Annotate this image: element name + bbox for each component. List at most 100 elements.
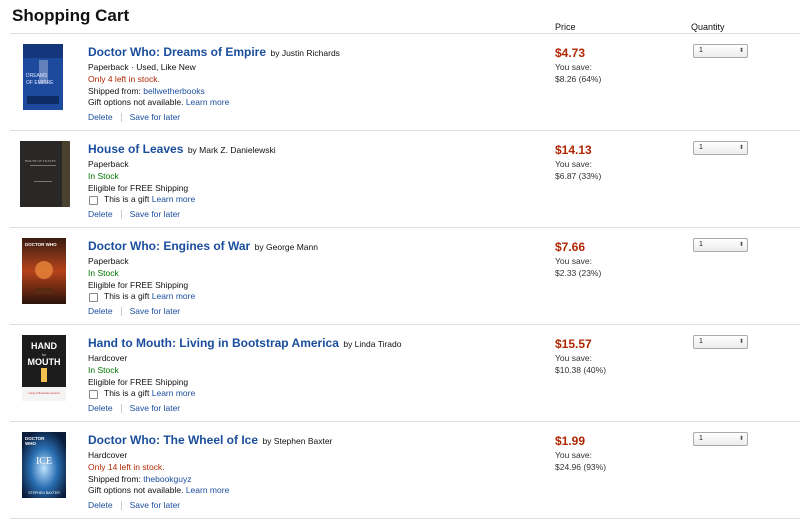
product-author: by Linda Tirado — [343, 339, 402, 349]
book-cover-wheel-of-ice[interactable]: DOCTOR WHO ICE STEPHEN BAXTER — [22, 432, 66, 498]
stock-status: In Stock — [88, 170, 119, 181]
learn-more-link[interactable]: Learn more — [186, 97, 229, 107]
cart-item: HOUSE OF LEAVES House of Leaves by Mark … — [10, 131, 800, 228]
seller-link[interactable]: thebookguyz — [143, 474, 191, 484]
save-for-later-link[interactable]: Save for later — [130, 500, 181, 510]
quantity-value: 1 — [699, 144, 703, 151]
you-save-amount: $2.33 (23%) — [555, 268, 602, 278]
you-save-label: You save: — [555, 256, 593, 266]
select-arrows-icon: ⬍ — [738, 339, 744, 345]
delete-link[interactable]: Delete — [88, 209, 113, 219]
delete-link[interactable]: Delete — [88, 403, 113, 413]
quantity-select[interactable]: 1 ⬍ — [693, 335, 748, 349]
action-separator — [120, 404, 122, 414]
item-price: $1.99 — [555, 434, 586, 448]
gift-options-text: Gift options not available. — [88, 97, 184, 108]
quantity-select[interactable]: 1 ⬍ — [693, 141, 748, 155]
product-format: Hardcover — [88, 450, 128, 460]
item-price: $14.13 — [555, 143, 592, 157]
you-save-amount: $6.87 (33%) — [555, 171, 602, 181]
learn-more-link[interactable]: Learn more — [152, 194, 195, 206]
product-author: by George Mann — [254, 242, 318, 252]
you-save-amount: $24.96 (93%) — [555, 462, 607, 472]
cart-item: HAND to MOUTH Living in Bootstrap Americ… — [10, 325, 800, 422]
product-title-link[interactable]: Doctor Who: Dreams of Empire — [88, 45, 266, 59]
you-save-amount: $8.26 (64%) — [555, 74, 602, 84]
select-arrows-icon: ⬍ — [738, 48, 744, 54]
product-title-link[interactable]: Doctor Who: The Wheel of Ice — [88, 433, 258, 447]
you-save-label: You save: — [555, 450, 593, 460]
you-save-label: You save: — [555, 62, 593, 72]
cover-text: HAND — [31, 341, 57, 351]
item-price: $4.73 — [555, 46, 586, 60]
learn-more-link[interactable]: Learn more — [186, 485, 229, 495]
seller-link[interactable]: bellwetherbooks — [143, 86, 204, 96]
gift-options-text: Gift options not available. — [88, 485, 184, 496]
delete-link[interactable]: Delete — [88, 306, 113, 316]
quantity-select[interactable]: 1 ⬍ — [693, 432, 748, 446]
item-price: $7.66 — [555, 240, 586, 254]
cart-item: DOCTOR WHO Doctor Who: Engines of War by… — [10, 228, 800, 325]
gift-checkbox[interactable] — [89, 389, 98, 399]
item-price: $15.57 — [555, 337, 592, 351]
select-arrows-icon: ⬍ — [738, 436, 744, 442]
stock-status: In Stock — [88, 364, 119, 375]
product-title-link[interactable]: Hand to Mouth: Living in Bootstrap Ameri… — [88, 336, 339, 350]
product-author: by Stephen Baxter — [262, 436, 333, 446]
book-cover-dreams-of-empire[interactable]: DREAMS OF EMPIRE — [23, 44, 63, 110]
product-author: by Mark Z. Danielewski — [187, 145, 276, 155]
product-format: Hardcover — [88, 353, 128, 363]
gift-checkbox[interactable] — [89, 195, 98, 205]
cover-text: WHO — [25, 441, 36, 446]
shipping-eligibility: Eligible for FREE Shipping — [88, 376, 189, 387]
save-for-later-link[interactable]: Save for later — [130, 209, 181, 219]
stock-status: In Stock — [88, 267, 119, 278]
cart-item: DOCTOR WHO ICE STEPHEN BAXTER Doctor Who… — [10, 422, 800, 519]
quantity-value: 1 — [699, 338, 703, 345]
price-column-header: Price — [555, 22, 576, 32]
stock-status: Only 4 left in stock. — [88, 73, 160, 84]
quantity-value: 1 — [699, 241, 703, 248]
gift-checkbox[interactable] — [89, 292, 98, 302]
book-cover-house-of-leaves[interactable]: HOUSE OF LEAVES — [20, 141, 70, 207]
quantity-select[interactable]: 1 ⬍ — [693, 238, 748, 252]
stock-status: Only 14 left in stock. — [88, 461, 165, 472]
page-title: Shopping Cart — [12, 6, 130, 25]
cover-text: OF EMPIRE — [26, 80, 54, 86]
product-title-link[interactable]: Doctor Who: Engines of War — [88, 239, 250, 253]
save-for-later-link[interactable]: Save for later — [130, 403, 181, 413]
product-format: Paperback — [88, 159, 129, 169]
product-title-link[interactable]: House of Leaves — [88, 142, 183, 156]
quantity-select[interactable]: 1 ⬍ — [693, 44, 748, 58]
quantity-value: 1 — [699, 435, 703, 442]
shipping-eligibility: Eligible for FREE Shipping — [88, 182, 189, 193]
you-save-label: You save: — [555, 353, 593, 363]
shipped-from-label: Shipped from: — [88, 85, 141, 96]
learn-more-link[interactable]: Learn more — [152, 388, 195, 400]
cover-text: DREAMS — [26, 73, 48, 79]
quantity-value: 1 — [699, 47, 703, 54]
cover-text: STEPHEN BAXTER — [28, 491, 60, 495]
action-separator — [120, 307, 122, 317]
gift-checkbox-label: This is a gift — [104, 291, 150, 302]
action-separator — [120, 210, 122, 220]
product-format: Paperback — [88, 256, 129, 266]
you-save-amount: $10.38 (40%) — [555, 365, 607, 375]
you-save-label: You save: — [555, 159, 593, 169]
save-for-later-link[interactable]: Save for later — [130, 306, 181, 316]
delete-link[interactable]: Delete — [88, 112, 113, 122]
book-cover-hand-to-mouth[interactable]: HAND to MOUTH Living in Bootstrap Americ… — [22, 335, 66, 401]
book-cover-engines-of-war[interactable]: DOCTOR WHO — [22, 238, 66, 304]
action-separator — [120, 501, 122, 511]
shipped-from-label: Shipped from: — [88, 473, 141, 484]
cover-text: ICE — [36, 456, 52, 467]
shipping-eligibility: Eligible for FREE Shipping — [88, 279, 189, 290]
cover-text: HOUSE OF LEAVES — [25, 159, 56, 163]
cart-item: DREAMS OF EMPIRE Doctor Who: Dreams of E… — [10, 34, 800, 131]
save-for-later-link[interactable]: Save for later — [130, 112, 181, 122]
gift-checkbox-label: This is a gift — [104, 388, 150, 399]
learn-more-link[interactable]: Learn more — [152, 291, 195, 303]
select-arrows-icon: ⬍ — [738, 242, 744, 248]
product-format: Paperback · Used, Like New — [88, 62, 196, 72]
delete-link[interactable]: Delete — [88, 500, 113, 510]
